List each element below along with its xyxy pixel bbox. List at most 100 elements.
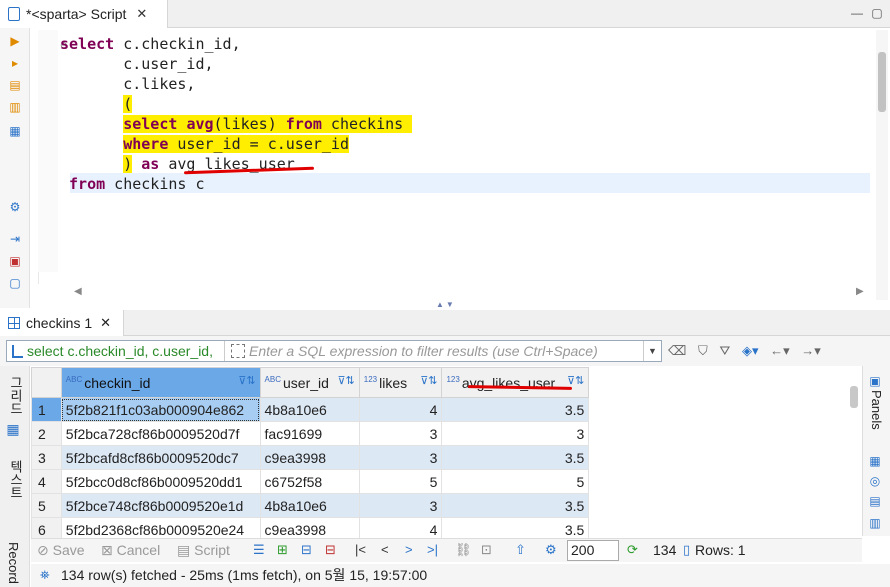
edit-row-icon[interactable]: ☰ xyxy=(253,542,265,558)
crop-icon[interactable]: ⊡ xyxy=(481,542,492,558)
cell-avg[interactable]: 5 xyxy=(441,469,590,494)
cell-checkin-id[interactable]: 5f2bcc0d8cf86b0009520dd1 xyxy=(60,469,261,494)
code-line[interactable]: c.likes, xyxy=(60,74,195,94)
forward-arrow-icon[interactable]: →▾ xyxy=(801,343,821,359)
explain-plan-icon[interactable]: ▦ xyxy=(8,124,22,138)
row-number[interactable]: 1 xyxy=(31,397,62,422)
cell-avg[interactable]: 3.5 xyxy=(441,397,590,422)
cell-avg[interactable]: 3.5 xyxy=(441,517,590,539)
load-script-icon[interactable]: ▣ xyxy=(8,254,22,268)
cell-likes[interactable]: 3 xyxy=(358,445,443,470)
code-line[interactable]: select avg(likes) from checkins xyxy=(60,114,413,134)
previous-page-icon[interactable]: < xyxy=(381,542,389,557)
code-line[interactable]: where user_id = c.user_id xyxy=(60,134,349,154)
row-number[interactable]: 2 xyxy=(31,421,62,446)
column-header-checkin-id[interactable]: ABC checkin_id ⊽⇅ xyxy=(60,367,261,398)
cell-likes[interactable]: 4 xyxy=(358,517,443,539)
pin-icon[interactable]: ⛓ xyxy=(455,542,472,558)
panel-splitter-icon[interactable]: ▲▼ xyxy=(436,300,456,309)
cell-likes[interactable]: 3 xyxy=(358,493,443,518)
first-page-icon[interactable]: |< xyxy=(355,542,366,557)
filter-placeholder[interactable]: Enter a SQL expression to filter results… xyxy=(225,341,643,361)
cell-checkin-id[interactable]: 5f2bd2368cf86b0009520e24 xyxy=(60,517,261,539)
cell-checkin-id[interactable]: 5f2bce748cf86b0009520e1d xyxy=(60,493,261,518)
code-line[interactable]: from checkins c xyxy=(60,174,204,194)
table-row[interactable]: 3 5f2bcafd8cf86b0009520dc7 c9ea3998 3 3.5 xyxy=(31,445,861,470)
chevron-down-icon[interactable]: ▼ xyxy=(643,341,661,361)
eraser-icon[interactable]: ⌫ xyxy=(668,343,686,359)
minimize-button[interactable]: — xyxy=(848,4,866,22)
tab-sparta-script[interactable]: *<sparta> Script ✕ xyxy=(0,0,168,28)
row-number[interactable]: 6 xyxy=(31,517,62,539)
execute-script-new-tab-icon[interactable]: ▥ xyxy=(8,100,22,114)
column-header-likes[interactable]: 123 likes ⊽⇅ xyxy=(358,367,443,398)
table-row[interactable]: 5 5f2bce748cf86b0009520e1d 4b8a10e6 3 3.5 xyxy=(31,493,861,518)
add-row-icon[interactable]: ⊞ xyxy=(277,542,288,558)
back-arrow-icon[interactable]: ←▾ xyxy=(770,343,790,359)
filter-settings-icon[interactable]: ⛉ xyxy=(698,343,708,359)
editor-vertical-scrollbar[interactable] xyxy=(876,30,888,300)
row-number[interactable]: 4 xyxy=(31,469,62,494)
code-line[interactable]: c.user_id, xyxy=(60,54,213,74)
copy-row-icon[interactable]: ⊟ xyxy=(301,542,312,558)
filter-apply-icon[interactable]: ◈▾ xyxy=(742,343,759,359)
cell-user-id[interactable]: c9ea3998 xyxy=(259,517,360,539)
cancel-button[interactable]: ⊠ Cancel xyxy=(101,542,160,559)
value-viewer-icon[interactable]: ▦ xyxy=(868,454,882,468)
delete-row-icon[interactable]: ⊟ xyxy=(325,542,336,558)
export-icon[interactable]: ⇥ xyxy=(8,232,22,246)
sort-filter-icon[interactable]: ⊽⇅ xyxy=(337,374,354,387)
row-number[interactable]: 5 xyxy=(31,493,62,518)
maximize-button[interactable]: ▢ xyxy=(868,4,886,22)
fetch-size-input[interactable]: 200 xyxy=(567,540,619,561)
grid-view-icon[interactable]: ▦ xyxy=(6,422,22,438)
table-row[interactable]: 2 5f2bca728cf86b0009520d7f fac91699 3 3 xyxy=(31,421,861,446)
sort-filter-icon[interactable]: ⊽⇅ xyxy=(238,374,255,387)
cell-checkin-id[interactable]: 5f2bcafd8cf86b0009520dc7 xyxy=(60,445,261,470)
save-script-icon[interactable]: ▢ xyxy=(8,276,22,290)
column-header-avg-likes-user[interactable]: 123 avg_likes_user ⊽⇅ xyxy=(441,367,590,398)
cell-user-id[interactable]: c6752f58 xyxy=(259,469,360,494)
export-data-icon[interactable]: ⇧ xyxy=(515,542,526,558)
table-row[interactable]: 4 5f2bcc0d8cf86b0009520dd1 c6752f58 5 5 xyxy=(31,469,861,494)
save-button[interactable]: ⊘ Save xyxy=(37,542,85,559)
code-line[interactable]: select c.checkin_id, xyxy=(60,34,241,54)
tab-text[interactable]: 텍스트 xyxy=(6,460,25,499)
close-icon[interactable]: ✕ xyxy=(136,6,147,22)
tab-grid[interactable]: 그리드 xyxy=(6,376,25,415)
filter-input[interactable]: select c.checkin_id, c.user_id, Enter a … xyxy=(6,340,662,362)
row-number[interactable]: 3 xyxy=(31,445,62,470)
execute-statement-icon[interactable]: ▶ xyxy=(8,34,22,48)
scroll-thumb[interactable] xyxy=(878,52,886,112)
grid-scroll-thumb[interactable] xyxy=(850,386,858,408)
cell-user-id[interactable]: fac91699 xyxy=(259,421,360,446)
scroll-left-arrow-icon[interactable]: ◀ xyxy=(74,286,82,297)
last-page-icon[interactable]: >| xyxy=(427,542,438,557)
scroll-right-arrow-icon[interactable]: ▶ xyxy=(856,286,864,297)
cell-user-id[interactable]: c9ea3998 xyxy=(259,445,360,470)
close-icon[interactable]: ✕ xyxy=(100,315,111,331)
chart-icon[interactable]: ▥ xyxy=(868,516,882,530)
settings-gear-icon[interactable]: ⚙ xyxy=(8,200,22,214)
cell-likes[interactable]: 4 xyxy=(358,397,443,422)
sort-filter-icon[interactable]: ⊽⇅ xyxy=(567,374,584,387)
script-button[interactable]: ▤ Script xyxy=(177,542,230,559)
cell-user-id[interactable]: 4b8a10e6 xyxy=(259,397,360,422)
cell-checkin-id[interactable]: 5f2b821f1c03ab000904e862 xyxy=(60,397,261,422)
panels-icon[interactable]: ▣ xyxy=(868,374,882,388)
execute-script-icon[interactable]: ▤ xyxy=(8,78,22,92)
cell-avg[interactable]: 3 xyxy=(441,421,590,446)
results-grid[interactable]: ABC checkin_id ⊽⇅ ABC user_id ⊽⇅ 123 likes ⊽⇅ 123… xyxy=(31,367,861,539)
refresh-icon[interactable]: ⟳ xyxy=(627,542,638,558)
cell-user-id[interactable]: 4b8a10e6 xyxy=(259,493,360,518)
filter-history-icon[interactable]: ⛛ xyxy=(719,343,730,359)
table-row[interactable]: 1 5f2b821f1c03ab000904e862 4b8a10e6 4 3.5 xyxy=(31,397,861,422)
tab-checkins-1[interactable]: checkins 1 ✕ xyxy=(0,310,124,336)
column-header-user-id[interactable]: ABC user_id ⊽⇅ xyxy=(259,367,360,398)
cell-checkin-id[interactable]: 5f2bca728cf86b0009520d7f xyxy=(60,421,261,446)
panels-label[interactable]: Panels xyxy=(869,390,884,430)
cell-likes[interactable]: 5 xyxy=(358,469,443,494)
execute-in-new-tab-icon[interactable]: ▸ xyxy=(8,56,22,70)
tab-record[interactable]: Record xyxy=(6,542,21,584)
next-page-icon[interactable]: > xyxy=(405,542,413,557)
